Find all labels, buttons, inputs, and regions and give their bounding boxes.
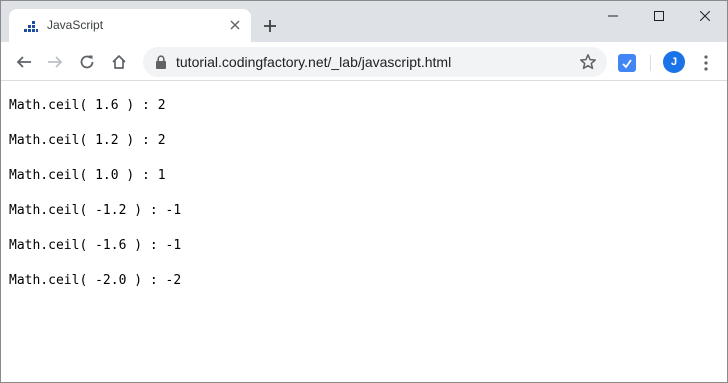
tab-javascript[interactable]: JavaScript	[9, 9, 251, 42]
browser-window: JavaScript tutorial.codingfactory.net/_l…	[0, 0, 728, 383]
output-line: Math.ceil( -1.6 ) : -1	[9, 238, 182, 253]
output-line: Math.ceil( 1.0 ) : 1	[9, 168, 166, 183]
output-line: Math.ceil( -2.0 ) : -2	[9, 273, 182, 288]
back-button[interactable]	[10, 48, 38, 76]
output-line: Math.ceil( 1.2 ) : 2	[9, 133, 166, 148]
forward-button[interactable]	[41, 48, 69, 76]
reload-button[interactable]	[73, 48, 101, 76]
arrow-right-icon	[48, 56, 63, 68]
output-line: Math.ceil( -1.2 ) : -1	[9, 203, 182, 218]
home-icon	[112, 55, 126, 69]
output-line: Math.ceil( 1.6 ) : 2	[9, 98, 166, 113]
window-close-button[interactable]	[682, 1, 727, 31]
page-content: Math.ceil( 1.6 ) : 2 Math.ceil( 1.2 ) : …	[1, 82, 727, 382]
close-icon	[230, 20, 240, 30]
new-tab-button[interactable]	[259, 15, 281, 37]
toolbar-divider	[650, 55, 651, 71]
profile-avatar[interactable]: J	[663, 51, 685, 73]
close-icon	[700, 11, 710, 21]
address-bar[interactable]: tutorial.codingfactory.net/_lab/javascri…	[143, 47, 607, 77]
arrow-left-icon	[16, 56, 31, 68]
maximize-icon	[654, 11, 664, 21]
tab-title: JavaScript	[47, 18, 104, 32]
lock-icon	[156, 55, 166, 69]
home-button[interactable]	[105, 48, 133, 76]
codingfactory-favicon-icon	[24, 21, 38, 32]
tab-close-button[interactable]	[227, 17, 243, 33]
plus-icon	[264, 20, 276, 32]
toolbar: tutorial.codingfactory.net/_lab/javascri…	[1, 42, 727, 81]
tab-strip: JavaScript	[1, 1, 727, 42]
extension-button[interactable]	[618, 54, 636, 72]
checkmark-icon	[622, 59, 632, 69]
url-text[interactable]: tutorial.codingfactory.net/_lab/javascri…	[176, 54, 451, 70]
reload-icon	[80, 55, 94, 69]
menu-button[interactable]	[697, 52, 715, 74]
more-vert-icon	[704, 55, 708, 71]
minimize-icon	[608, 15, 618, 17]
maximize-button[interactable]	[636, 1, 682, 31]
minimize-button[interactable]	[590, 1, 636, 31]
star-icon[interactable]	[579, 53, 597, 71]
